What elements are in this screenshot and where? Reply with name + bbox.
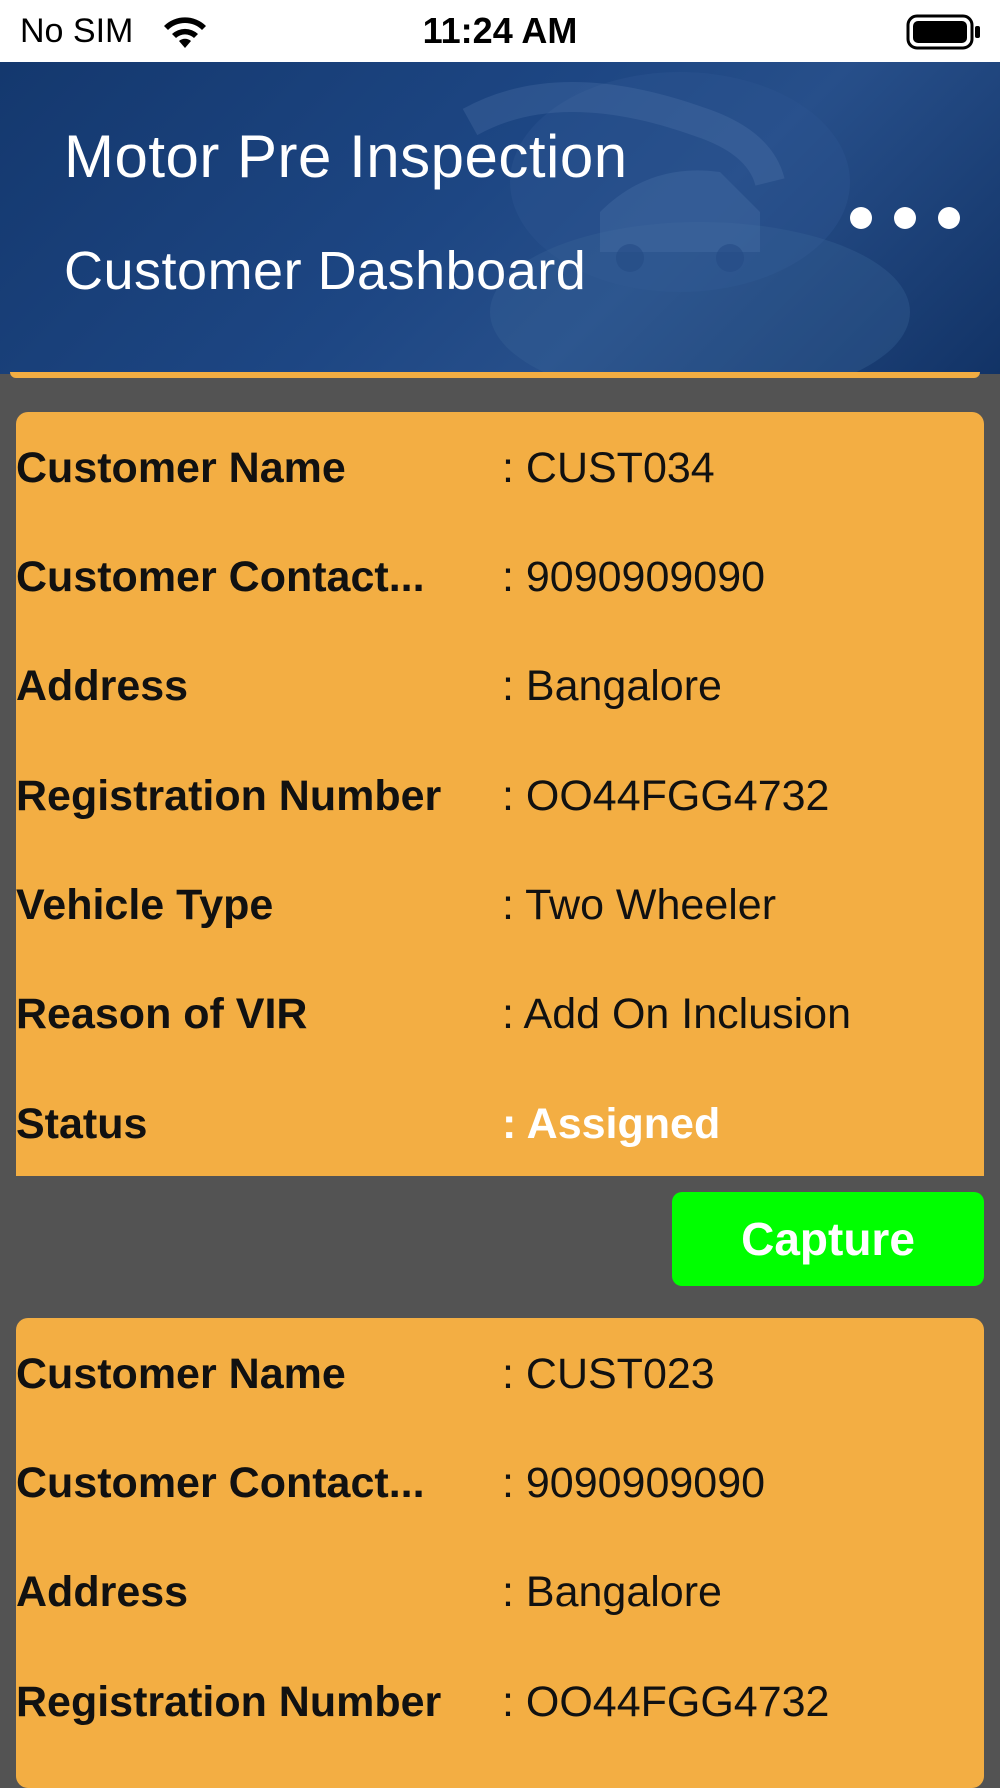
field-row: Customer Contact... : 9090909090 — [16, 1459, 984, 1515]
field-row: Registration Number : OO44FGG4732 — [16, 1678, 984, 1734]
field-row: Customer Name : CUST034 — [16, 444, 984, 500]
field-row: Customer Contact... : 9090909090 — [16, 553, 984, 609]
field-value: : 9090909090 — [502, 1459, 766, 1507]
field-label: Customer Contact... — [16, 1459, 425, 1507]
more-dot — [894, 207, 916, 229]
clock: 11:24 AM — [422, 10, 578, 51]
more-horizontal-icon — [850, 207, 872, 229]
page-subtitle: Customer Dashboard — [64, 241, 587, 301]
field-row: Registration Number : OO44FGG4732 — [16, 772, 984, 828]
field-value: : OO44FGG4732 — [502, 772, 830, 820]
page-title: Motor Pre Inspection — [64, 123, 628, 190]
field-label: Vehicle Type — [16, 881, 274, 929]
field-value: : Bangalore — [502, 1568, 722, 1616]
field-label: Status — [16, 1100, 148, 1148]
previous-card-edge — [10, 372, 980, 378]
app-header: Motor Pre Inspection Customer Dashboard — [0, 62, 1000, 374]
capture-button[interactable]: Capture — [672, 1192, 984, 1286]
status-value: : Assigned — [502, 1100, 721, 1148]
field-value: : 9090909090 — [502, 553, 766, 601]
field-label: Address — [16, 1568, 189, 1616]
inspection-card[interactable]: Customer Name : CUST023 Customer Contact… — [16, 1318, 984, 1788]
status-bar: No SIM 11:24 AM — [0, 0, 1000, 62]
field-row: Status : Assigned — [16, 1100, 984, 1156]
field-value: : CUST034 — [502, 444, 715, 492]
field-label: Customer Name — [16, 1350, 346, 1398]
field-row: Customer Name : CUST023 — [16, 1350, 984, 1406]
inspection-card[interactable]: Customer Name : CUST034 Customer Contact… — [16, 412, 984, 1176]
field-label: Customer Contact... — [16, 553, 425, 601]
more-options-button[interactable] — [850, 194, 960, 242]
more-dot — [938, 207, 960, 229]
field-row: Reason of VIR : Add On Inclusion — [16, 990, 984, 1046]
field-value: : Two Wheeler — [502, 881, 777, 929]
field-value: : OO44FGG4732 — [502, 1678, 830, 1726]
field-label: Reason of VIR — [16, 990, 308, 1038]
field-label: Registration Number — [16, 772, 442, 820]
field-row: Address : Bangalore — [16, 1568, 984, 1624]
field-label: Address — [16, 662, 189, 710]
field-value: : Add On Inclusion — [502, 990, 851, 1038]
field-row: Address : Bangalore — [16, 662, 984, 718]
field-label: Registration Number — [16, 1678, 442, 1726]
field-label: Customer Name — [16, 444, 346, 492]
field-value: : CUST023 — [502, 1350, 715, 1398]
battery-icon — [906, 14, 980, 50]
field-value: : Bangalore — [502, 662, 722, 710]
field-row: Vehicle Type : Two Wheeler — [16, 881, 984, 937]
